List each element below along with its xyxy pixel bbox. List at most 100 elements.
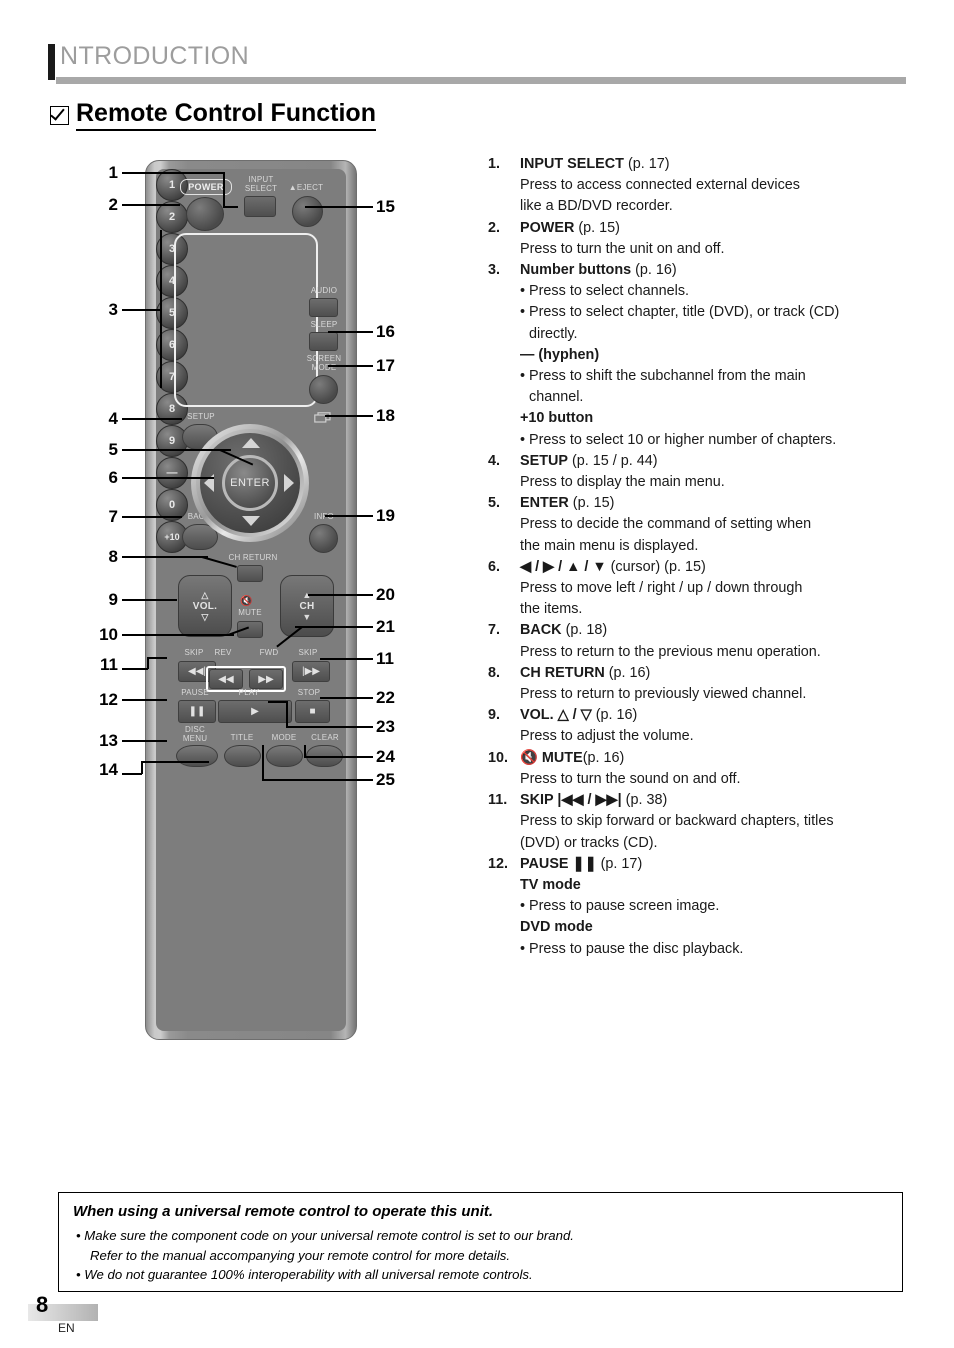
sleep-label: SLEEP	[310, 320, 338, 329]
leader-7	[122, 516, 182, 518]
note-line-3: • We do not guarantee 100% interoperabil…	[76, 1267, 533, 1282]
description-line: like a BD/DVD recorder.	[520, 198, 673, 215]
page-header: NTRODUCTION	[48, 42, 906, 84]
callout-19: 19	[376, 506, 395, 525]
description-line: Press to display the main menu.	[520, 474, 725, 491]
cursor-up-icon[interactable]	[242, 438, 260, 448]
hyphen-button[interactable]: —	[156, 457, 188, 489]
leader-10	[122, 634, 234, 636]
leader-12	[122, 699, 167, 701]
description-line: Press to return to the previous menu ope…	[520, 643, 821, 660]
mode-button[interactable]	[266, 745, 303, 767]
description-line: +10 button	[520, 410, 594, 427]
channel-rocker[interactable]: ▲ CH ▼	[280, 575, 334, 637]
callout-12: 12	[99, 690, 118, 709]
language-code: EN	[58, 1321, 75, 1335]
description-body: CH RETURN (p. 16) Press to return to prev…	[520, 663, 913, 705]
description-title: CH RETURN (p. 16)	[520, 664, 651, 681]
header-rule	[56, 77, 906, 84]
fwd-button[interactable]: ▶▶	[249, 669, 283, 689]
play-icon: ▶	[251, 706, 259, 717]
rev-label: REV	[214, 648, 232, 657]
volume-label: VOL.	[192, 600, 218, 612]
description-line: • Press to select 10 or higher number of…	[520, 431, 837, 448]
cursor-down-icon[interactable]	[242, 516, 260, 526]
leader-21	[295, 626, 373, 628]
ch-return-button[interactable]	[237, 565, 263, 582]
description-item: 11. SKIP |◀◀ / ▶▶| (p. 38) Press to skip f…	[488, 790, 913, 854]
button-description-list: 1. INPUT SELECT (p. 17) Press to access co…	[488, 154, 913, 960]
remote-face: POWER INPUT SELECT ▲EJECT 1 2 3 4 5 6 7 …	[156, 169, 346, 1031]
leader-22	[320, 697, 373, 699]
audio-label: AUDIO	[310, 286, 338, 295]
callout-6: 6	[108, 468, 118, 487]
description-index: 8.	[488, 664, 501, 681]
description-line: TV mode	[520, 876, 581, 893]
navigation-dpad[interactable]: ENTER	[191, 424, 309, 542]
sleep-button[interactable]	[309, 332, 338, 351]
description-body: SETUP (p. 15 / p. 44) Press to display th…	[520, 451, 913, 493]
power-button[interactable]	[186, 197, 224, 231]
disc-menu-button[interactable]	[176, 745, 218, 767]
leader-17	[328, 365, 373, 367]
leader-8	[122, 556, 208, 558]
description-index: 1.	[488, 156, 501, 172]
audio-button[interactable]	[309, 298, 338, 317]
eject-label: ▲EJECT	[288, 183, 324, 192]
stop-icon: ■	[309, 706, 316, 717]
universal-remote-note-box: When using a universal remote control to…	[58, 1192, 903, 1292]
cursor-right-icon[interactable]	[284, 474, 294, 492]
eject-button[interactable]	[292, 196, 323, 227]
description-title: VOL. △ / ▽ (p. 16)	[520, 707, 638, 724]
leader-24-v	[304, 745, 306, 757]
leader-23b	[268, 701, 288, 703]
title-label: TITLE	[230, 733, 254, 742]
leader-11-v	[147, 657, 149, 669]
description-line: Press to skip forward or backward chapte…	[520, 813, 834, 830]
description-line: channel.	[529, 389, 584, 406]
callout-15: 15	[376, 197, 395, 216]
number-button-2[interactable]: 2	[156, 201, 188, 233]
description-item: 3. Number buttons (p. 16) • Press to selec…	[488, 260, 913, 451]
description-line: the main menu is displayed.	[520, 537, 699, 554]
volume-down-icon[interactable]: ▽	[201, 612, 208, 623]
number-keypad-group	[174, 233, 318, 407]
description-line: • Press to pause the disc playback.	[520, 940, 744, 957]
description-item: 8. CH RETURN (p. 16) Press to return to pr…	[488, 663, 913, 705]
input-select-button[interactable]	[244, 196, 276, 217]
mute-icon: 🔇	[240, 596, 253, 607]
remote-control-figure: POWER INPUT SELECT ▲EJECT 1 2 3 4 5 6 7 …	[90, 155, 410, 1045]
channel-down-icon[interactable]: ▼	[302, 612, 311, 623]
leader-13	[122, 740, 167, 742]
ch-return-label: CH RETURN	[228, 553, 278, 562]
play-label: PLAY	[238, 688, 260, 697]
skip-right-label: SKIP	[298, 648, 318, 657]
leader-19	[325, 515, 373, 517]
description-line: • Press to select chapter, title (DVD), …	[520, 304, 840, 321]
mode-label: MODE	[271, 733, 297, 742]
pause-label: PAUSE	[181, 688, 209, 697]
rewind-icon: ◀◀	[218, 673, 234, 685]
pause-button[interactable]: ❚❚	[178, 700, 216, 723]
leader-9	[122, 599, 177, 601]
description-item: 1. INPUT SELECT (p. 17) Press to access co…	[488, 154, 913, 218]
clear-label: CLEAR	[311, 733, 339, 742]
rev-button[interactable]: ◀◀	[209, 669, 243, 689]
leader-11	[122, 668, 148, 670]
play-button[interactable]: ▶	[218, 700, 292, 723]
leader-5	[122, 449, 231, 451]
info-button[interactable]	[309, 524, 338, 553]
leader-25	[262, 779, 373, 781]
description-body: POWER (p. 15) Press to turn the unit on a…	[520, 218, 913, 260]
volume-up-icon[interactable]: △	[201, 590, 208, 601]
screen-mode-button[interactable]	[309, 375, 338, 404]
description-index: 4.	[488, 452, 501, 469]
description-index: 9.	[488, 707, 501, 724]
skip-forward-button[interactable]: |▶▶	[292, 661, 330, 682]
description-line: • Press to shift the subchannel from the…	[520, 368, 806, 385]
callout-24: 24	[376, 747, 395, 766]
title-button[interactable]	[224, 745, 261, 767]
description-title: Number buttons (p. 16)	[520, 262, 677, 279]
stop-button[interactable]: ■	[295, 700, 330, 723]
volume-rocker[interactable]: △ VOL. ▽	[178, 575, 232, 637]
